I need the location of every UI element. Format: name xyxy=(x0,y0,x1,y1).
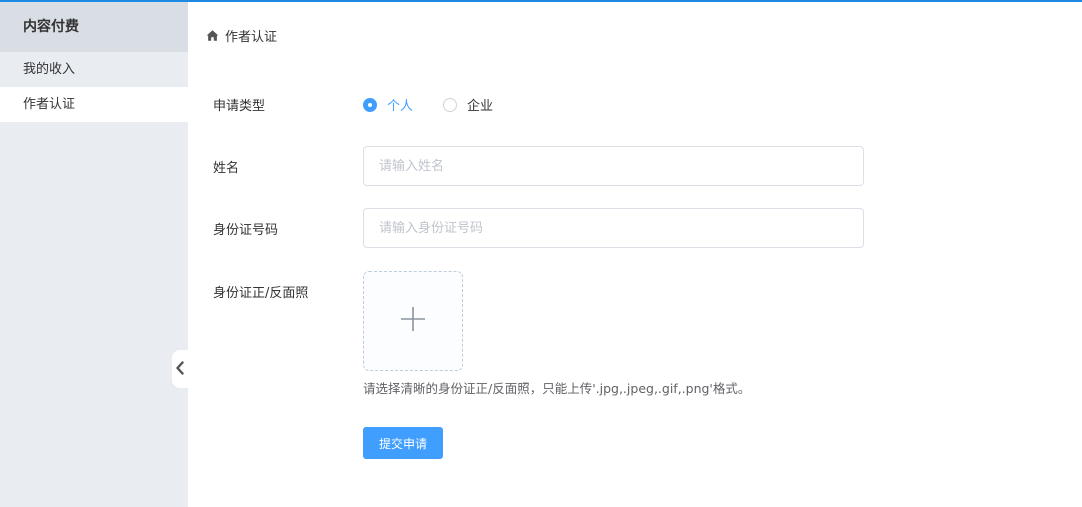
id-number-label: 身份证号码 xyxy=(213,223,279,238)
sidebar-header: 内容付费 xyxy=(0,2,188,52)
name-input[interactable] xyxy=(363,146,864,186)
radio-individual[interactable]: 个人 xyxy=(363,95,413,114)
sidebar-item-label: 我的收入 xyxy=(23,62,76,77)
radio-unchecked-icon xyxy=(443,97,458,112)
sidebar-item-author-verification[interactable]: 作者认证 xyxy=(0,87,188,122)
chevron-left-icon xyxy=(175,360,185,379)
sidebar: 内容付费 我的收入 作者认证 xyxy=(0,2,188,507)
home-icon[interactable] xyxy=(206,29,219,42)
radio-checked-icon xyxy=(363,97,377,112)
id-number-input[interactable] xyxy=(363,208,864,248)
id-photo-label: 身份证正/反面照 xyxy=(213,286,309,301)
upload-tip: 请选择清晰的身份证正/反面照，只能上传'.jpg,.jpeg,.gif,.png… xyxy=(363,381,751,396)
apply-type-label: 申请类型 xyxy=(213,99,266,114)
radio-label: 个人 xyxy=(387,99,414,114)
sidebar-item-my-income[interactable]: 我的收入 xyxy=(0,52,188,87)
radio-label: 企业 xyxy=(467,99,494,114)
main-content: 作者认证 申请类型 个人 企业 姓名 身份证号码 身份证正/反面照 请选择清晰的… xyxy=(188,2,1082,507)
plus-icon xyxy=(400,306,426,336)
breadcrumb-current: 作者认证 xyxy=(225,30,278,45)
sidebar-item-label: 作者认证 xyxy=(23,97,76,112)
id-photo-upload-button[interactable] xyxy=(363,271,463,371)
sidebar-collapse-button[interactable] xyxy=(172,350,188,388)
radio-enterprise[interactable]: 企业 xyxy=(443,95,493,114)
breadcrumb: 作者认证 xyxy=(206,26,277,45)
apply-type-radio-group: 个人 企业 xyxy=(363,95,523,114)
name-label: 姓名 xyxy=(213,161,240,176)
submit-button[interactable]: 提交申请 xyxy=(363,427,443,459)
